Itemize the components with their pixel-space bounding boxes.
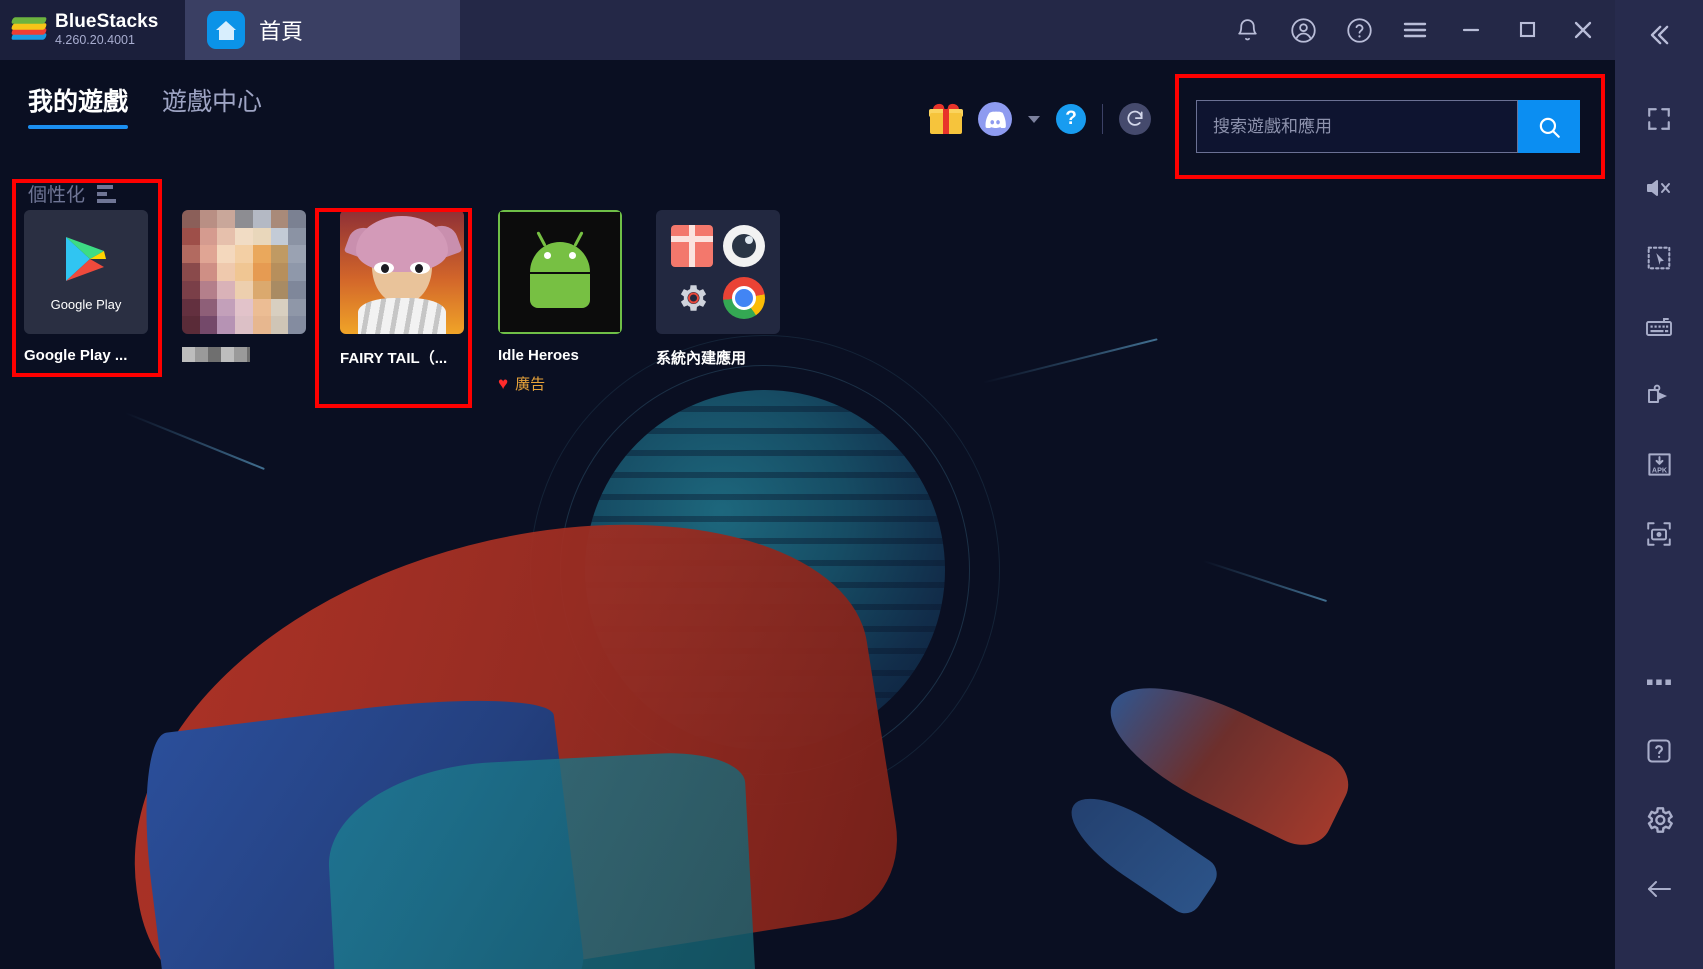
rocket-small2-decoration — [1056, 780, 1224, 920]
home-icon — [207, 11, 245, 49]
google-play-logo-icon — [66, 237, 106, 281]
app-icon-censored[interactable] — [182, 210, 306, 334]
main-content: 我的遊戲 遊戲中心 ? 搜索遊戲和應用 個性化 Google Play Goog… — [0, 60, 1615, 969]
camera-icon — [723, 225, 765, 267]
app-label-fairy-tail: FAIRY TAIL（... — [340, 350, 448, 367]
help-circle-icon[interactable]: ? — [1056, 104, 1086, 134]
app-icon-fairy-tail[interactable] — [340, 210, 464, 334]
ad-badge: ♥ 廣告 — [498, 373, 545, 394]
search-input[interactable] — [1196, 100, 1518, 153]
sidebar-item-screenshot[interactable] — [1615, 499, 1703, 568]
gift-icon[interactable] — [929, 102, 963, 134]
sliders-icon[interactable] — [97, 184, 117, 203]
sidebar-item-keyboard-controls[interactable] — [1615, 292, 1703, 361]
brand-version: 4.260.20.4001 — [55, 33, 135, 48]
app-label-system-folder: 系統內建應用 — [656, 350, 747, 367]
sidebar-item-help[interactable] — [1615, 716, 1703, 785]
app-tile-system-folder[interactable]: 系統內建應用 — [656, 210, 780, 368]
close-button[interactable] — [1555, 0, 1611, 60]
brand-name: BlueStacks — [55, 11, 159, 33]
toolbar-divider — [1102, 104, 1103, 134]
window-controls — [1219, 0, 1615, 60]
app-tile-censored[interactable] — [182, 210, 306, 362]
hamburger-menu-icon[interactable] — [1387, 0, 1443, 60]
sidebar-item-screen-record[interactable] — [1615, 361, 1703, 430]
app-tile-fairy-tail[interactable]: FAIRY TAIL（... — [340, 210, 464, 368]
spark-decoration — [1202, 559, 1328, 602]
title-bar-spacer — [460, 0, 1219, 60]
maximize-button[interactable] — [1499, 0, 1555, 60]
library-tabs: 我的遊戲 遊戲中心 — [28, 82, 262, 129]
app-label-idle-heroes: Idle Heroes — [498, 347, 579, 364]
sidebar-item-cursor-select[interactable] — [1615, 223, 1703, 292]
discord-icon[interactable] — [978, 102, 1012, 136]
app-tile-idle-heroes[interactable]: Idle Heroes ♥ 廣告 — [498, 210, 622, 394]
search-button[interactable] — [1518, 100, 1580, 153]
account-icon[interactable] — [1275, 0, 1331, 60]
refresh-icon[interactable] — [1119, 103, 1151, 135]
app-grid: Google Play Google Play ... FAIRY TAIL（.… — [24, 210, 780, 394]
personalize-text: 個性化 — [28, 185, 86, 206]
sidebar-item-mute[interactable] — [1615, 154, 1703, 223]
window-tab-home[interactable]: 首頁 — [185, 0, 460, 60]
pixelated-thumbnail — [182, 210, 306, 334]
sidebar-item-fullscreen[interactable] — [1615, 85, 1703, 154]
title-bar: BlueStacks 4.260.20.4001 首頁 — [0, 0, 1615, 60]
minimize-button[interactable] — [1443, 0, 1499, 60]
android-robot-icon — [524, 231, 596, 308]
content-toolbar: ? — [929, 102, 1151, 136]
bluestacks-logo-icon — [10, 13, 48, 47]
app-icon-system-folder[interactable] — [656, 210, 780, 334]
settings-gear-icon — [671, 277, 713, 319]
bell-icon[interactable] — [1219, 0, 1275, 60]
chevron-down-icon[interactable] — [1028, 115, 1040, 123]
app-icon-idle-heroes[interactable] — [498, 210, 622, 334]
app-tile-google-play[interactable]: Google Play Google Play ... — [24, 210, 148, 364]
collapse-sidebar-button[interactable] — [1615, 0, 1703, 69]
spark-decoration — [125, 411, 265, 470]
app-label-censored — [182, 347, 250, 362]
sidebar-item-settings[interactable] — [1615, 786, 1703, 855]
heart-icon: ♥ — [498, 374, 509, 393]
sidebar-item-more-options[interactable] — [1615, 647, 1703, 716]
bluestacks-window: 我的遊戲 遊戲中心 ? 搜索遊戲和應用 個性化 Google Play Goog… — [0, 0, 1703, 969]
app-label-google-play: Google Play ... — [24, 347, 128, 364]
app-tile-inner-label: Google Play — [50, 297, 122, 312]
ad-label: 廣告 — [515, 376, 546, 393]
gift-icon — [671, 225, 713, 267]
personalize-label[interactable]: 個性化 — [28, 180, 117, 207]
tools-sidebar: APK — [1615, 0, 1703, 969]
sidebar-item-back[interactable] — [1615, 855, 1703, 924]
tab-game-center[interactable]: 遊戲中心 — [162, 82, 262, 129]
svg-text:APK: APK — [1651, 466, 1667, 475]
chrome-icon — [723, 277, 765, 319]
sidebar-item-install-apk[interactable]: APK — [1615, 430, 1703, 499]
brand-area: BlueStacks 4.260.20.4001 — [0, 0, 185, 60]
spark-decoration — [982, 338, 1158, 384]
search-area — [1196, 100, 1580, 153]
window-tab-home-label: 首頁 — [259, 19, 304, 44]
tab-my-games[interactable]: 我的遊戲 — [28, 82, 129, 129]
help-circle-icon[interactable] — [1331, 0, 1387, 60]
app-icon-google-play[interactable]: Google Play — [24, 210, 148, 334]
